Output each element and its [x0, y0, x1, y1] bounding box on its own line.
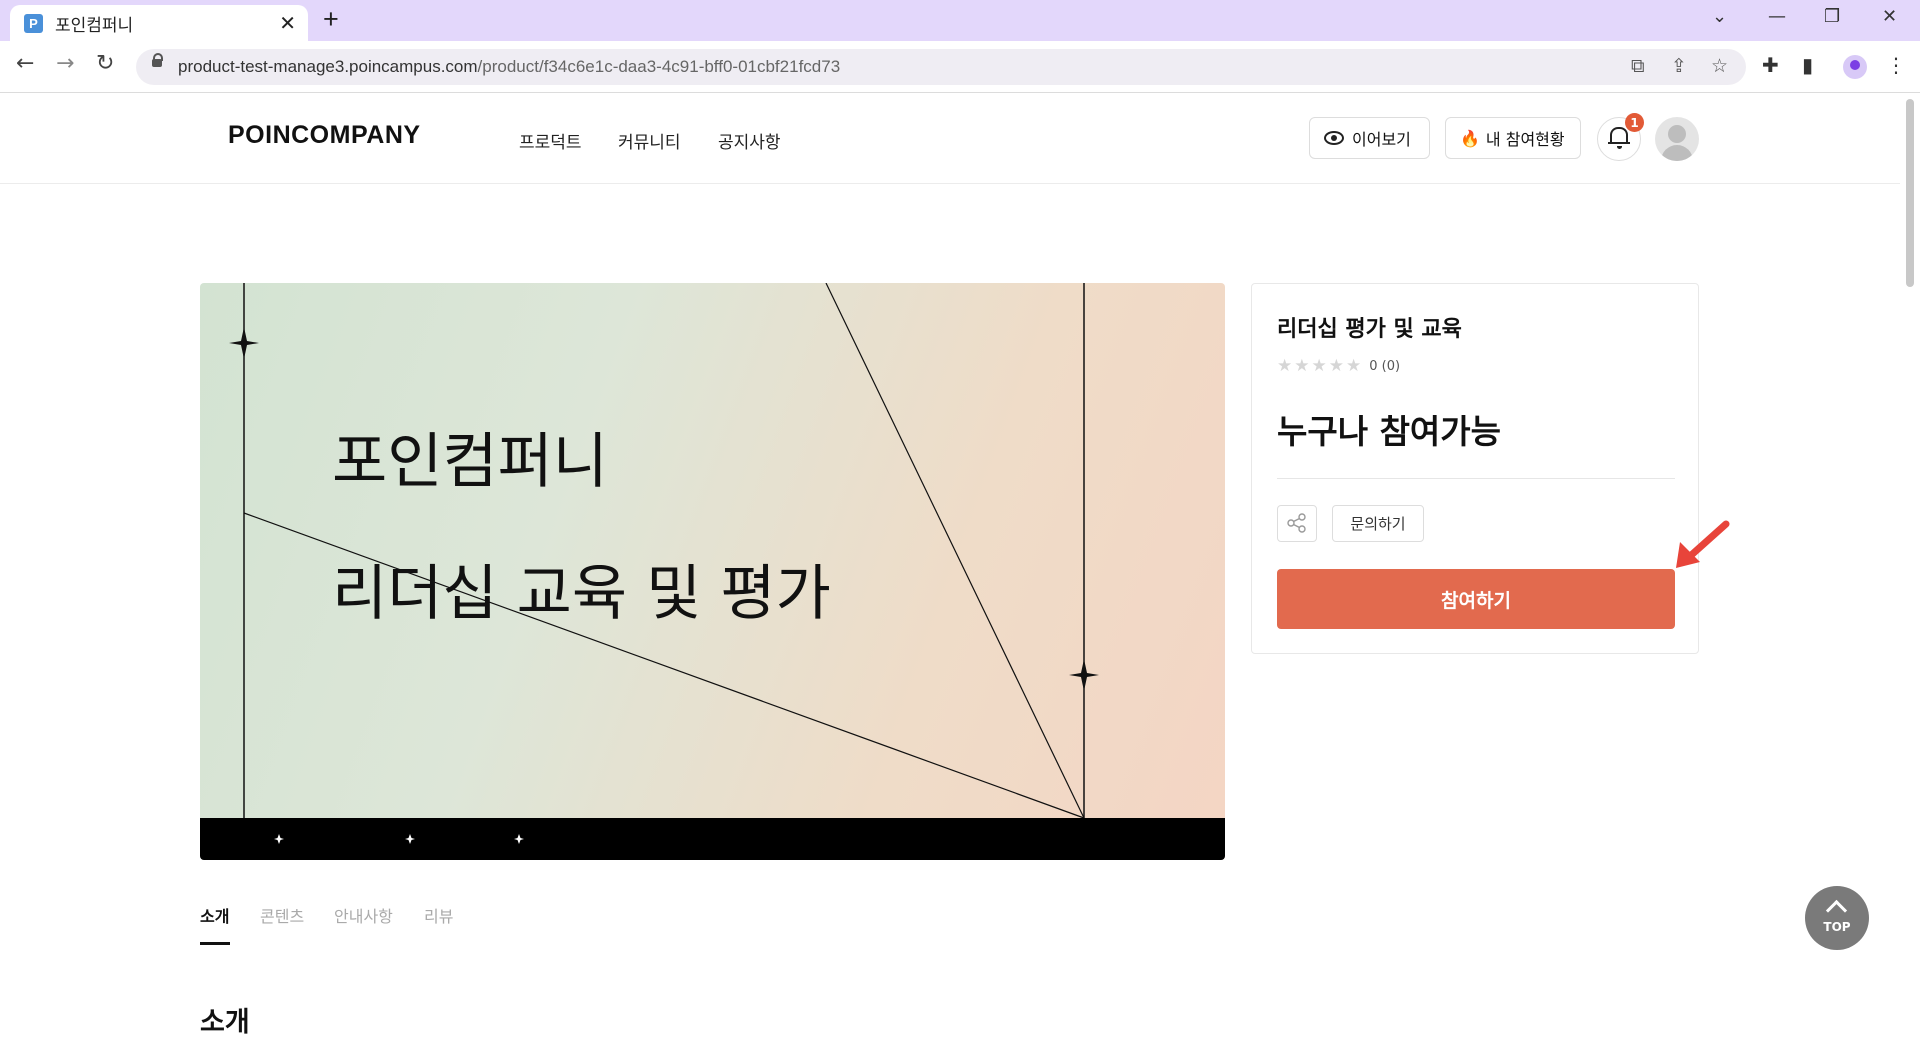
- hero-title: 포인컴퍼니 리더십 교육 및 평가: [332, 363, 831, 693]
- forward-icon[interactable]: →: [56, 51, 74, 76]
- hero-bottom-band: [200, 818, 1225, 860]
- rating-text: 0 (0): [1369, 358, 1401, 374]
- share-button[interactable]: [1277, 505, 1317, 542]
- continue-watching-label: 이어보기: [1352, 130, 1411, 149]
- divider: [1277, 478, 1675, 479]
- star-icon: ★: [1277, 356, 1293, 376]
- bookmark-star-icon[interactable]: ☆: [1711, 55, 1728, 77]
- favicon-icon: P: [24, 13, 43, 33]
- top-label: TOP: [1823, 920, 1851, 934]
- sparkle-icon: [229, 327, 259, 359]
- sparkle-icon: [514, 834, 524, 844]
- nav-item-notice[interactable]: 공지사항: [718, 128, 781, 153]
- url-path: /product/f34c6e1c-daa3-4c91-bff0-01cbf21…: [477, 57, 841, 76]
- open-in-app-icon[interactable]: ⧉: [1631, 55, 1645, 77]
- star-icon: ★: [1311, 356, 1327, 376]
- active-tab-indicator: [200, 942, 230, 945]
- inquiry-button[interactable]: 문의하기: [1332, 505, 1424, 542]
- tab-contents[interactable]: 콘텐츠: [260, 903, 304, 927]
- profile-icon[interactable]: [1843, 55, 1867, 79]
- sparkle-icon: [405, 834, 415, 844]
- fire-icon: 🔥: [1460, 128, 1480, 148]
- scroll-top-button[interactable]: TOP: [1805, 886, 1869, 950]
- star-icon: ★: [1294, 356, 1310, 376]
- chevron-up-icon: [1825, 899, 1848, 922]
- page-scrollbar[interactable]: [1900, 93, 1920, 1030]
- back-icon[interactable]: ←: [16, 51, 34, 76]
- rating-stars: ★ ★ ★ ★ ★ 0 (0): [1277, 356, 1400, 376]
- tab-search-icon[interactable]: ⌄: [1712, 6, 1727, 27]
- new-tab-button[interactable]: +: [323, 4, 339, 35]
- browser-tab[interactable]: P 포인컴퍼니 ✕: [10, 5, 308, 41]
- hero-title-line2: 리더십 교육 및 평가: [332, 559, 831, 629]
- restore-button[interactable]: ❐: [1824, 6, 1840, 27]
- nav-item-product[interactable]: 프로덕트: [519, 128, 582, 153]
- site-logo[interactable]: POINCOMPANY: [228, 121, 421, 150]
- close-window-button[interactable]: ✕: [1882, 6, 1897, 27]
- scrollbar-thumb[interactable]: [1906, 99, 1914, 287]
- side-panel-icon[interactable]: ▮: [1802, 53, 1813, 77]
- tab-review[interactable]: 리뷰: [424, 903, 453, 927]
- minimize-button[interactable]: —: [1768, 6, 1786, 27]
- browser-toolbar: ← → ↻ product-test-manage3.poincampus.co…: [0, 41, 1920, 93]
- my-participation-button[interactable]: 🔥 내 참여현황: [1445, 117, 1581, 159]
- menu-kebab-icon[interactable]: ⋮: [1886, 53, 1906, 77]
- reload-icon[interactable]: ↻: [96, 51, 114, 76]
- participation-status: 누구나 참여가능: [1277, 412, 1502, 451]
- sparkle-icon: [274, 834, 284, 844]
- bell-icon: [1608, 127, 1630, 149]
- eye-icon: [1324, 131, 1344, 145]
- extensions-icon[interactable]: ✚: [1762, 53, 1779, 77]
- nav-item-community[interactable]: 커뮤니티: [618, 128, 681, 153]
- share-page-icon[interactable]: ⇪: [1671, 55, 1687, 77]
- section-title: 소개: [200, 1007, 250, 1038]
- hero-title-line1: 포인컴퍼니: [332, 427, 608, 497]
- lock-icon: [152, 53, 163, 67]
- join-button[interactable]: 참여하기: [1277, 569, 1675, 629]
- continue-watching-button[interactable]: 이어보기: [1309, 117, 1430, 159]
- notification-badge: 1: [1625, 113, 1644, 132]
- url-host: product-test-manage3.poincampus.com: [178, 57, 478, 76]
- address-bar[interactable]: product-test-manage3.poincampus.com/prod…: [136, 49, 1746, 85]
- tab-intro[interactable]: 소개: [200, 903, 229, 927]
- star-icon: ★: [1328, 356, 1344, 376]
- annotation-arrow-icon: [1676, 520, 1730, 568]
- my-participation-label: 내 참여현황: [1485, 130, 1565, 149]
- product-title: 리더십 평가 및 교육: [1277, 317, 1462, 342]
- site-header: POINCOMPANY 프로덕트 커뮤니티 공지사항 이어보기 🔥 내 참여현황…: [0, 93, 1900, 184]
- close-tab-icon[interactable]: ✕: [279, 11, 296, 35]
- product-thumbnail: 포인컴퍼니 리더십 교육 및 평가: [200, 283, 1225, 860]
- tab-guide[interactable]: 안내사항: [334, 903, 393, 927]
- url-text[interactable]: product-test-manage3.poincampus.com/prod…: [178, 57, 840, 77]
- user-avatar[interactable]: [1655, 117, 1699, 161]
- browser-tab-bar: P 포인컴퍼니 ✕ + ⌄ — ❐ ✕: [0, 0, 1920, 41]
- share-icon: [1287, 513, 1306, 533]
- product-info-card: 리더십 평가 및 교육 ★ ★ ★ ★ ★ 0 (0) 누구나 참여가능 문의하…: [1251, 283, 1699, 654]
- tab-title: 포인컴퍼니: [55, 15, 134, 36]
- sparkle-icon: [1069, 659, 1099, 691]
- star-icon: ★: [1346, 356, 1362, 376]
